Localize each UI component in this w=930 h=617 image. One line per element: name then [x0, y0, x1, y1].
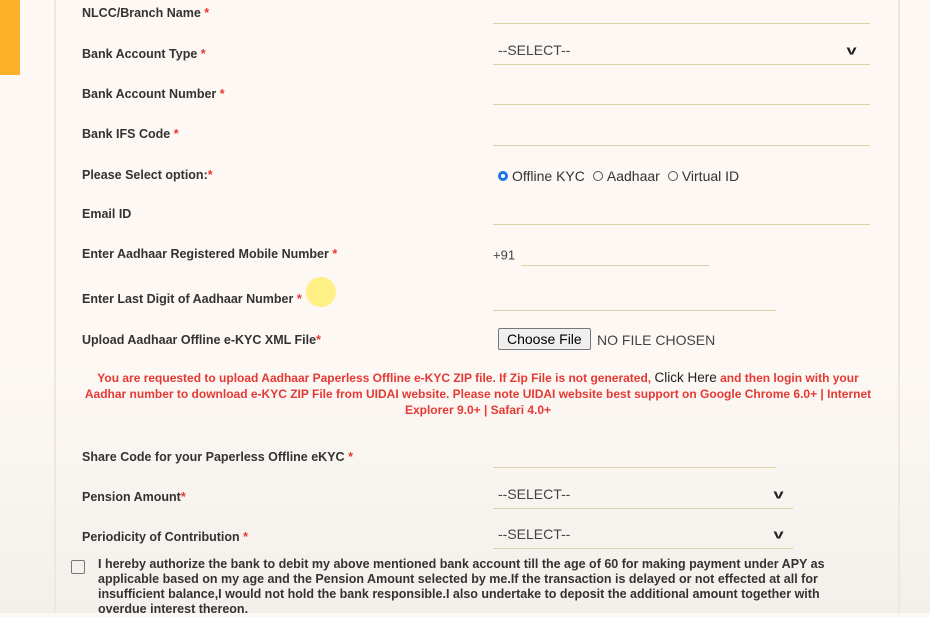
- select-underline: [493, 508, 793, 509]
- divider: [898, 0, 900, 613]
- label-share-code: Share Code for your Paperless Offline eK…: [82, 450, 353, 464]
- label-upload: Upload Aadhaar Offline e-KYC XML File*: [82, 333, 321, 347]
- radio-label: Offline KYC: [512, 168, 585, 184]
- click-here-link[interactable]: Click Here: [654, 370, 716, 385]
- chevron-down-icon[interactable]: v: [774, 527, 784, 542]
- label-mobile: Enter Aadhaar Registered Mobile Number *: [82, 247, 338, 261]
- chevron-down-icon[interactable]: v: [774, 487, 784, 502]
- branch-name-input[interactable]: [493, 23, 870, 24]
- periodicity-select[interactable]: --SELECT--: [498, 526, 570, 542]
- consent-checkbox[interactable]: [71, 560, 85, 574]
- select-underline: [493, 64, 870, 65]
- radio-offline-kyc[interactable]: [498, 171, 508, 181]
- label-email: Email ID: [82, 207, 132, 221]
- country-code: +91: [493, 247, 516, 263]
- pension-amount-select[interactable]: --SELECT--: [498, 486, 570, 502]
- ifsc-input[interactable]: [493, 145, 870, 146]
- mobile-input[interactable]: [521, 265, 709, 266]
- consent-text: I hereby authorize the bank to debit my …: [98, 557, 825, 616]
- cursor-highlight: [306, 277, 336, 307]
- kyc-radio-group: Offline KYC Aadhaar Virtual ID: [498, 168, 739, 184]
- file-status: NO FILE CHOSEN: [597, 332, 716, 348]
- account-number-input[interactable]: [493, 104, 870, 105]
- label-select-option: Please Select option:*: [82, 168, 213, 182]
- side-accent: [0, 0, 20, 75]
- label-pension-amount: Pension Amount*: [82, 490, 186, 504]
- radio-aadhaar[interactable]: [592, 171, 603, 181]
- radio-label: Virtual ID: [681, 168, 740, 184]
- account-type-select[interactable]: --SELECT--: [498, 42, 570, 58]
- label-periodicity: Periodicity of Contribution *: [82, 530, 248, 544]
- radio-virtual-id[interactable]: [667, 171, 678, 181]
- last-digit-input[interactable]: [493, 310, 776, 311]
- share-code-input[interactable]: [493, 467, 776, 468]
- choose-file-button[interactable]: Choose File: [498, 328, 591, 350]
- radio-label: Aadhaar: [606, 168, 660, 184]
- divider: [54, 0, 56, 613]
- upload-notice: You are requested to upload Aadhaar Pape…: [84, 370, 872, 417]
- label-account-type: Bank Account Type *: [82, 47, 206, 61]
- label-ifsc: Bank IFS Code *: [82, 127, 179, 141]
- label-last-digit: Enter Last Digit of Aadhaar Number *: [82, 292, 302, 306]
- email-input[interactable]: [493, 224, 870, 225]
- label-account-number: Bank Account Number *: [82, 87, 225, 101]
- chevron-down-icon[interactable]: v: [847, 43, 857, 58]
- label-branch-name: NLCC/Branch Name *: [82, 6, 210, 20]
- select-underline: [493, 548, 793, 549]
